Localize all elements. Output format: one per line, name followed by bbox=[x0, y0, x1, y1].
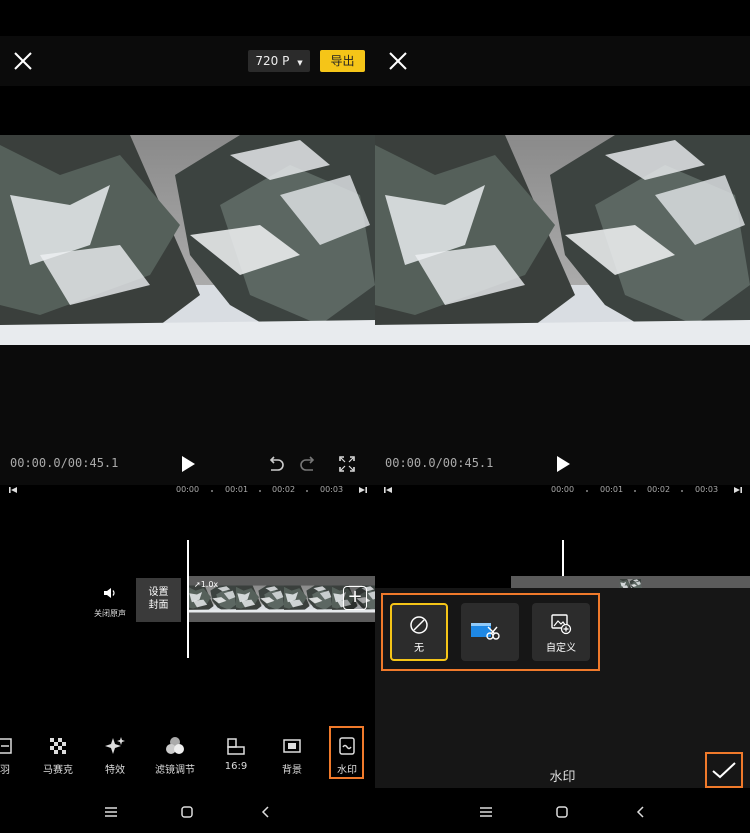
tool-background[interactable]: 背景 bbox=[267, 735, 317, 776]
mute-label: 关闭原声 bbox=[94, 609, 126, 618]
ruler-tick: 00:00 bbox=[551, 485, 575, 494]
partial-icon bbox=[0, 738, 12, 754]
close-icon[interactable] bbox=[12, 50, 34, 72]
clip-speed-value: 1.0x bbox=[200, 580, 219, 589]
home-icon[interactable] bbox=[179, 804, 195, 820]
watermark-panel-view: 00:00.0/00:45.1 00:00 00:01 00:02 00:03 … bbox=[375, 0, 750, 833]
menu-icon[interactable] bbox=[103, 804, 119, 820]
confirm-button[interactable] bbox=[705, 752, 743, 788]
ruler-tick: 00:01 bbox=[225, 485, 249, 494]
timecode: 00:00.0/00:45.1 bbox=[10, 456, 119, 470]
ruler-tick: 00:02 bbox=[647, 485, 671, 494]
skip-end-icon[interactable] bbox=[733, 485, 743, 495]
plus-icon: + bbox=[347, 586, 363, 607]
watermark-tool-highlight bbox=[329, 726, 364, 779]
ruler-tick: 00:02 bbox=[272, 485, 296, 494]
ruler-tick: 00:01 bbox=[600, 485, 624, 494]
video-preview bbox=[0, 135, 375, 345]
tool-effects[interactable]: 特效 bbox=[90, 735, 140, 776]
tool-bar: 羽 马赛克 特效 滤镜调节 16:9 背景 水印 bbox=[0, 725, 375, 785]
tool-label: 羽 bbox=[0, 765, 10, 776]
menu-icon[interactable] bbox=[478, 804, 494, 820]
resolution-button[interactable]: 720 P ▼ bbox=[248, 50, 310, 72]
mute-original-button[interactable]: 关闭原声 bbox=[88, 585, 132, 619]
aspect-ratio-icon bbox=[227, 738, 245, 755]
skip-end-icon[interactable] bbox=[358, 485, 368, 495]
undo-icon[interactable] bbox=[266, 454, 286, 474]
timeline-ruler: 00:00 00:01 00:02 00:03 bbox=[375, 482, 750, 500]
add-clip-button[interactable]: + bbox=[343, 586, 367, 610]
tool-label: 特效 bbox=[105, 765, 125, 776]
redo-icon[interactable] bbox=[298, 454, 318, 474]
sparkle-icon bbox=[105, 737, 125, 754]
home-icon[interactable] bbox=[554, 804, 570, 820]
system-nav-bar bbox=[0, 790, 375, 833]
tool-label: 马赛克 bbox=[43, 765, 73, 776]
video-preview bbox=[375, 135, 750, 345]
tool-label: 16:9 bbox=[224, 761, 248, 772]
system-nav-bar bbox=[375, 790, 750, 833]
timeline-ruler: 00:00 00:01 00:02 00:03 bbox=[0, 482, 375, 500]
clip-speed-badge: ➚1.0x bbox=[194, 580, 218, 589]
caret-down-icon: ▼ bbox=[297, 59, 303, 67]
back-icon[interactable] bbox=[633, 804, 649, 820]
background-icon bbox=[283, 739, 301, 753]
ruler-tick: 00:00 bbox=[176, 485, 200, 494]
resolution-label: 720 P bbox=[255, 54, 290, 68]
tool-mosaic[interactable]: 马赛克 bbox=[33, 735, 83, 776]
speaker-icon bbox=[104, 588, 115, 598]
fullscreen-icon[interactable] bbox=[337, 454, 357, 474]
tool-partial[interactable]: 羽 bbox=[0, 735, 30, 776]
top-bar bbox=[375, 36, 750, 86]
close-icon[interactable] bbox=[387, 50, 409, 72]
export-button[interactable]: 导出 bbox=[320, 50, 365, 72]
tool-aspect-ratio[interactable]: 16:9 bbox=[211, 735, 261, 772]
playhead[interactable] bbox=[187, 540, 189, 658]
tool-label: 背景 bbox=[282, 765, 302, 776]
ruler-dot bbox=[634, 490, 636, 492]
ruler-tick: 00:03 bbox=[695, 485, 719, 494]
watermark-options-highlight bbox=[381, 593, 600, 671]
set-cover-button[interactable]: 设置 封面 bbox=[136, 578, 181, 622]
ruler-dot bbox=[681, 490, 683, 492]
video-clip-track-peek bbox=[511, 576, 750, 588]
ruler-tick: 00:03 bbox=[320, 485, 344, 494]
back-icon[interactable] bbox=[258, 804, 274, 820]
ruler-dot bbox=[211, 490, 213, 492]
tool-label: 滤镜调节 bbox=[155, 765, 195, 776]
ruler-dot bbox=[259, 490, 261, 492]
top-bar bbox=[0, 36, 375, 86]
play-icon[interactable] bbox=[178, 454, 198, 474]
filter-icon bbox=[166, 737, 184, 754]
mosaic-icon bbox=[50, 738, 66, 754]
check-icon bbox=[712, 762, 736, 779]
panel-title: 水印 bbox=[549, 770, 576, 785]
tool-filter[interactable]: 滤镜调节 bbox=[150, 735, 200, 776]
ruler-dot bbox=[586, 490, 588, 492]
play-icon[interactable] bbox=[553, 454, 573, 474]
skip-start-icon[interactable] bbox=[383, 485, 393, 495]
timecode: 00:00.0/00:45.1 bbox=[385, 456, 494, 470]
cover-label: 设置 封面 bbox=[148, 587, 169, 611]
skip-start-icon[interactable] bbox=[8, 485, 18, 495]
rocket-icon: ➚ bbox=[194, 580, 201, 589]
editor-panel: 720 P ▼ 导出 00:00.0/00:45.1 00:00 00:01 0… bbox=[0, 0, 375, 833]
ruler-dot bbox=[306, 490, 308, 492]
